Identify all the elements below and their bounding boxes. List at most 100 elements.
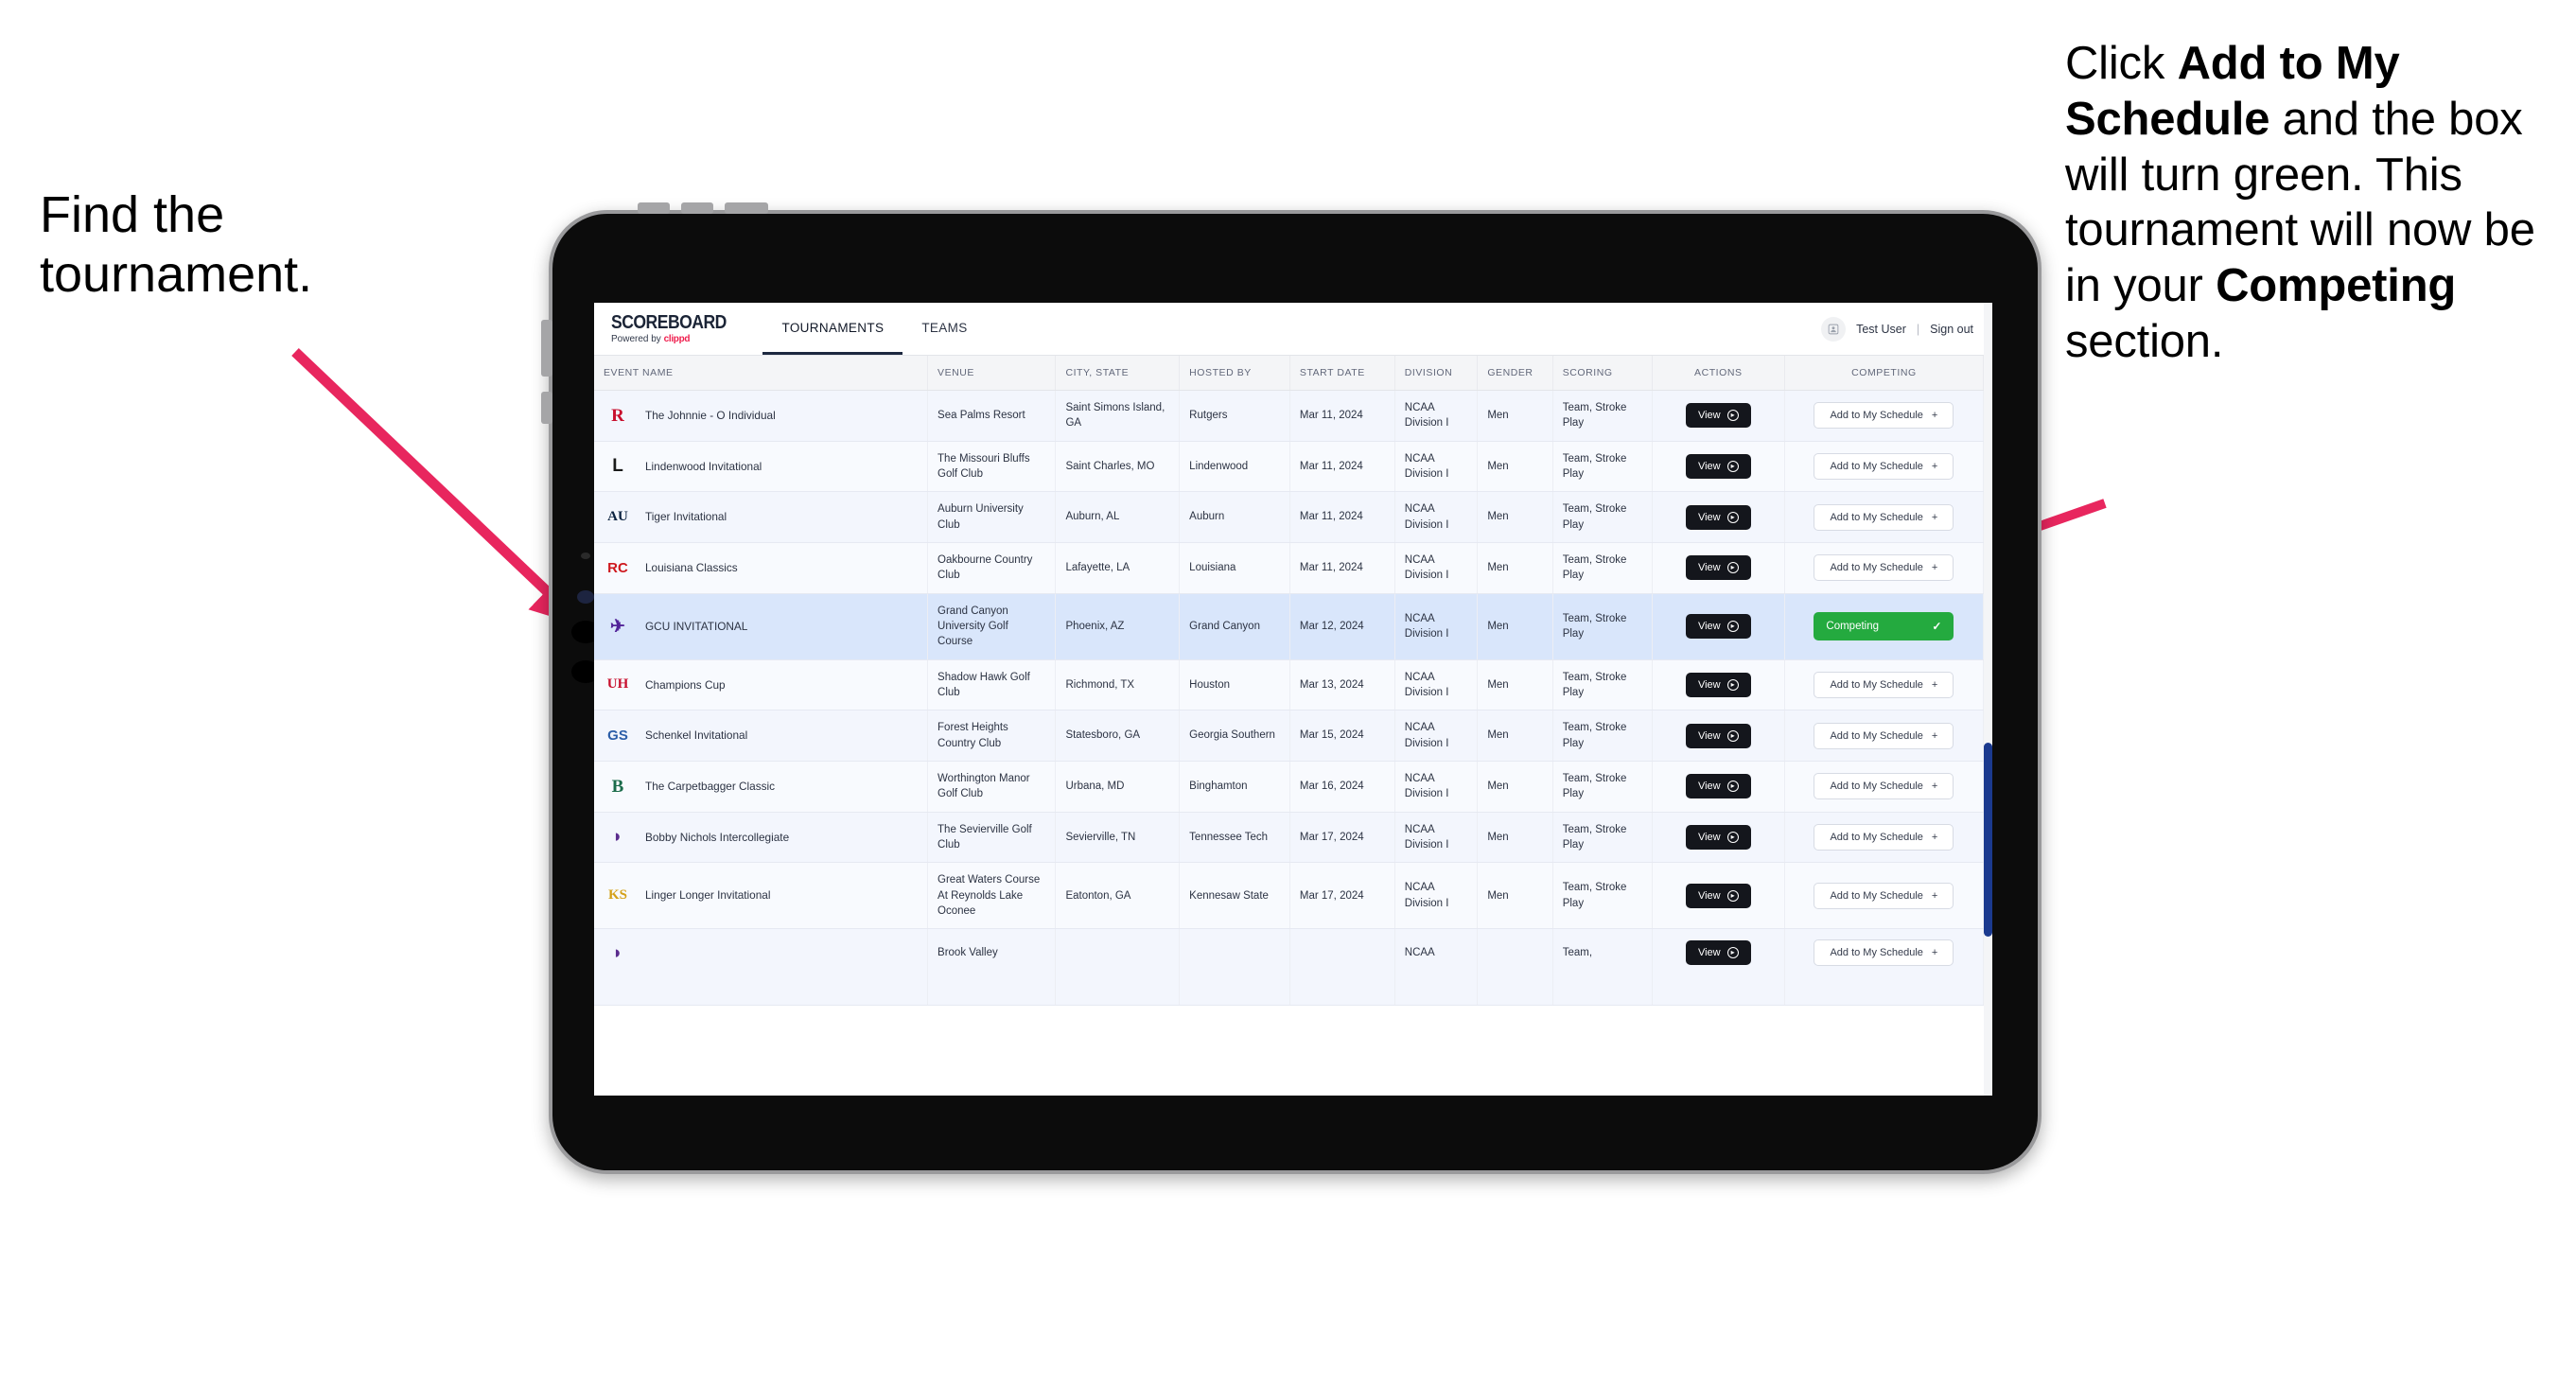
view-button-label: View <box>1697 562 1721 574</box>
plus-icon: + <box>1931 678 1938 691</box>
annotation-find-tournament: Find the tournament. <box>40 186 313 304</box>
team-logo-icon: UH <box>606 676 629 693</box>
add-to-my-schedule-button[interactable]: Add to My Schedule + <box>1814 773 1954 800</box>
table-row[interactable]: ✈ GCU INVITATIONAL Grand Canyon University… <box>594 593 1985 660</box>
column-header-actions[interactable]: ACTIONS <box>1652 356 1785 391</box>
cell-division: NCAA <box>1394 928 1479 1007</box>
view-button[interactable]: View ▸ <box>1685 940 1751 966</box>
column-header-label: GENDER <box>1487 367 1533 378</box>
competing-button[interactable]: Competing ✓ <box>1814 612 1954 641</box>
view-button[interactable]: View ▸ <box>1685 504 1751 530</box>
cell-city-state: Eatonton, GA <box>1055 862 1181 930</box>
table-row[interactable]: KS Linger Longer Invitational Great Waters… <box>594 862 1985 930</box>
add-to-my-schedule-label: Add to My Schedule <box>1830 678 1923 691</box>
column-header-div[interactable]: DIVISION <box>1394 356 1479 391</box>
add-to-my-schedule-button[interactable]: Add to My Schedule + <box>1814 671 1954 698</box>
view-button[interactable]: View ▸ <box>1685 555 1751 581</box>
table-row[interactable]: AU Tiger Invitational Auburn University Cl… <box>594 491 1985 543</box>
hardware-button-volume-down <box>541 392 552 424</box>
plus-icon: + <box>1931 562 1938 574</box>
column-header-label: VENUE <box>938 367 974 378</box>
add-to-my-schedule-button[interactable]: Add to My Schedule + <box>1814 503 1954 531</box>
event-name-label: The Johnnie - O Individual <box>645 408 776 422</box>
column-header-event[interactable]: EVENT NAME <box>594 356 929 391</box>
cell-city-state: Auburn, AL <box>1055 491 1181 543</box>
arrow-right-circle-icon: ▸ <box>1726 889 1739 902</box>
view-button-label: View <box>1697 410 1721 422</box>
user-name: Test User <box>1856 322 1906 336</box>
cell-gender: Men <box>1477 710 1553 762</box>
table-row[interactable]: ◗ Brook Valley NCAA Team, View ▸ Add to My Sch… <box>594 928 1985 1007</box>
cell-competing: Add to My Schedule + <box>1784 542 1985 594</box>
cell-scoring: Team, Stroke Play <box>1552 441 1653 493</box>
column-header-date[interactable]: START DATE <box>1289 356 1395 391</box>
table-row[interactable]: RC Louisiana Classics Oakbourne Country Cl… <box>594 542 1985 594</box>
arrow-right-circle-icon: ▸ <box>1726 831 1739 843</box>
view-button[interactable]: View ▸ <box>1685 403 1751 429</box>
cell-start-date: Mar 12, 2024 <box>1289 593 1395 660</box>
table-row[interactable]: ◗ Bobby Nichols Intercollegiate The Sevier… <box>594 812 1985 864</box>
cell-scoring: Team, <box>1552 928 1653 1007</box>
view-button[interactable]: View ▸ <box>1685 614 1751 640</box>
table-body: R The Johnnie - O Individual Sea Palms Res… <box>594 390 1985 1007</box>
event-name-label: Linger Longer Invitational <box>645 888 771 903</box>
cell-start-date <box>1289 928 1395 1007</box>
user-avatar-icon[interactable] <box>1821 316 1847 342</box>
table-row[interactable]: L Lindenwood Invitational The Missouri Blu… <box>594 441 1985 493</box>
column-header-scoring[interactable]: SCORING <box>1552 356 1653 391</box>
brand-subtitle: Powered by clippd <box>611 335 742 344</box>
column-header-host[interactable]: HOSTED BY <box>1179 356 1290 391</box>
column-header-gender[interactable]: GENDER <box>1477 356 1553 391</box>
vertical-scrollbar-track[interactable] <box>1984 303 1992 1096</box>
cell-gender: Men <box>1477 812 1553 864</box>
hardware-button-top-3 <box>725 202 768 214</box>
cell-hosted-by: Tennessee Tech <box>1179 812 1290 864</box>
event-name-label: Louisiana Classics <box>645 560 738 574</box>
tournaments-table: EVENT NAME VENUE CITY, STATE HOSTED BY START… <box>594 356 1985 1007</box>
column-header-label: SCORING <box>1562 367 1613 378</box>
column-header-venue[interactable]: VENUE <box>927 356 1057 391</box>
cell-city-state: Urbana, MD <box>1055 761 1181 813</box>
cell-hosted-by <box>1179 928 1290 1007</box>
cell-competing: Competing ✓ <box>1784 593 1985 660</box>
add-to-my-schedule-button[interactable]: Add to My Schedule + <box>1814 452 1954 480</box>
arrow-right-circle-icon: ▸ <box>1726 621 1739 633</box>
add-to-my-schedule-button[interactable]: Add to My Schedule + <box>1814 939 1954 967</box>
event-name-label: The Carpetbagger Classic <box>645 779 776 793</box>
cell-venue: Brook Valley <box>927 928 1057 1007</box>
vertical-scrollbar-thumb[interactable] <box>1984 743 1992 937</box>
add-to-my-schedule-label: Add to My Schedule <box>1830 947 1923 959</box>
view-button[interactable]: View ▸ <box>1685 672 1751 697</box>
add-to-my-schedule-button[interactable]: Add to My Schedule + <box>1814 882 1954 909</box>
table-row[interactable]: UH Champions Cup Shadow Hawk Golf Club Rich… <box>594 659 1985 711</box>
nav-tab-teams[interactable]: TEAMS <box>902 303 986 355</box>
view-button[interactable]: View ▸ <box>1685 723 1751 748</box>
nav-tab-tournaments[interactable]: TOURNAMENTS <box>762 303 903 355</box>
add-to-my-schedule-button[interactable]: Add to My Schedule + <box>1814 722 1954 749</box>
cell-actions: View ▸ <box>1652 862 1785 930</box>
table-row[interactable]: R The Johnnie - O Individual Sea Palms Res… <box>594 390 1985 442</box>
column-header-compete[interactable]: COMPETING <box>1784 356 1985 391</box>
view-button[interactable]: View ▸ <box>1685 453 1751 479</box>
column-header-city[interactable]: CITY, STATE <box>1055 356 1181 391</box>
cell-event-name: ◗ Bobby Nichols Intercollegiate <box>594 812 929 864</box>
cell-city-state <box>1055 928 1181 1007</box>
cell-gender: Men <box>1477 491 1553 543</box>
arrow-right-circle-icon: ▸ <box>1726 562 1739 574</box>
cell-actions: View ▸ <box>1652 761 1785 813</box>
plus-icon: + <box>1931 460 1938 472</box>
table-row[interactable]: GS Schenkel Invitational Forest Heights Co… <box>594 710 1985 762</box>
table-row[interactable]: B The Carpetbagger Classic Worthington Man… <box>594 761 1985 813</box>
cell-scoring: Team, Stroke Play <box>1552 659 1653 711</box>
cell-start-date: Mar 17, 2024 <box>1289 812 1395 864</box>
view-button[interactable]: View ▸ <box>1685 824 1751 850</box>
view-button[interactable]: View ▸ <box>1685 774 1751 799</box>
sign-out-link[interactable]: Sign out <box>1930 323 1973 336</box>
cell-hosted-by: Grand Canyon <box>1179 593 1290 660</box>
arrow-right-circle-icon: ▸ <box>1726 511 1739 523</box>
add-to-my-schedule-button[interactable]: Add to My Schedule + <box>1814 402 1954 430</box>
view-button[interactable]: View ▸ <box>1685 883 1751 908</box>
add-to-my-schedule-button[interactable]: Add to My Schedule + <box>1814 823 1954 851</box>
add-to-my-schedule-button[interactable]: Add to My Schedule + <box>1814 554 1954 582</box>
tournaments-table-container[interactable]: EVENT NAME VENUE CITY, STATE HOSTED BY START… <box>594 356 1992 1096</box>
